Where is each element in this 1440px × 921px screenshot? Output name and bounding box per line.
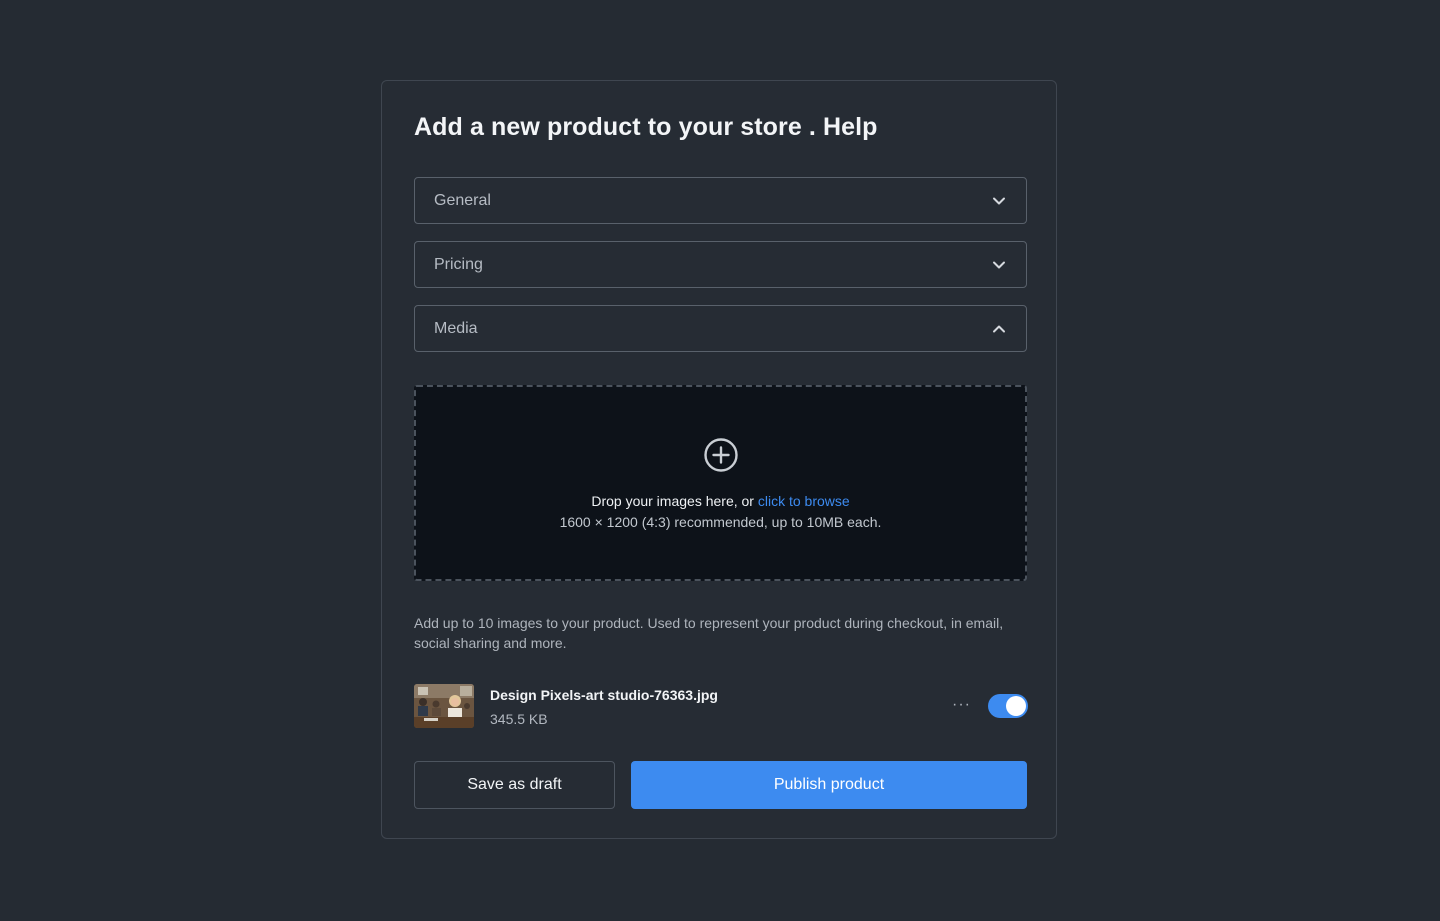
- uploaded-file-row: Design Pixels-art studio-76363.jpg 345.5…: [414, 684, 1028, 730]
- dropzone-prompt: Drop your images here, or: [591, 493, 754, 509]
- save-draft-button[interactable]: Save as draft: [414, 761, 615, 809]
- toggle-knob: [1006, 696, 1026, 716]
- accordion-pricing[interactable]: Pricing: [414, 241, 1027, 288]
- classroom-photo-thumbnail: [414, 684, 474, 728]
- file-visibility-toggle[interactable]: [988, 694, 1028, 718]
- chevron-down-icon: [993, 261, 1005, 268]
- dropzone-prompt-line: Drop your images here, or click to brows…: [416, 493, 1025, 509]
- chevron-down-icon: [993, 197, 1005, 204]
- page-title: Add a new product to your store . Help: [414, 113, 878, 141]
- dropzone-hint: 1600 × 1200 (4:3) recommended, up to 10M…: [559, 514, 882, 530]
- more-horizontal-icon[interactable]: ···: [952, 696, 971, 714]
- chevron-up-icon: [993, 325, 1005, 332]
- plus-circle-icon: [704, 438, 738, 472]
- browse-link[interactable]: click to browse: [758, 493, 850, 509]
- accordion-media-label: Media: [434, 319, 478, 337]
- file-thumbnail: [414, 684, 474, 728]
- file-size: 345.5 KB: [490, 711, 548, 727]
- media-help-text: Add up to 10 images to your product. Use…: [414, 615, 1004, 651]
- file-name: Design Pixels-art studio-76363.jpg: [490, 687, 718, 703]
- accordion-media[interactable]: Media: [414, 305, 1027, 352]
- add-product-card: Add a new product to your store . Help G…: [381, 80, 1057, 839]
- publish-product-button[interactable]: Publish product: [631, 761, 1027, 809]
- accordion-general-label: General: [434, 191, 491, 209]
- accordion-general[interactable]: General: [414, 177, 1027, 224]
- image-dropzone[interactable]: Drop your images here, or click to brows…: [414, 385, 1027, 581]
- accordion-pricing-label: Pricing: [434, 255, 483, 273]
